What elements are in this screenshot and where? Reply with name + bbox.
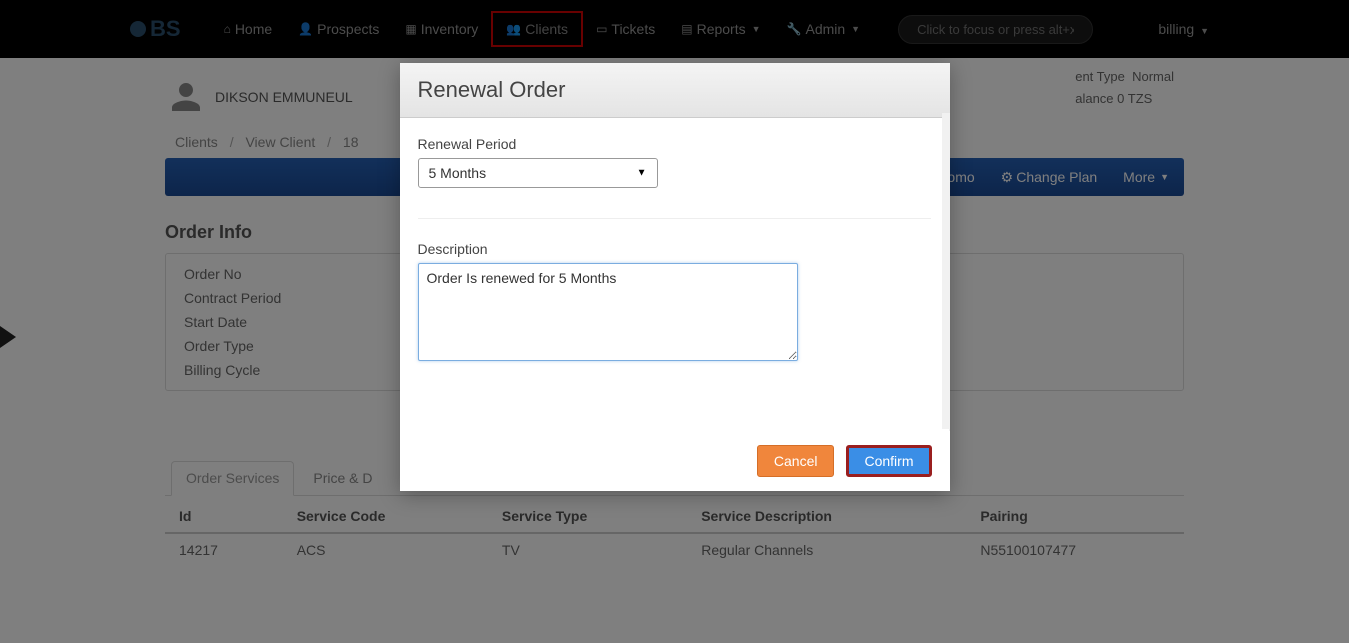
modal-overlay: Renewal Order Renewal Period 5 Months ▼ … (0, 0, 1349, 643)
divider (418, 218, 931, 219)
confirm-button[interactable]: Confirm (846, 445, 931, 477)
modal-scrollbar[interactable] (942, 113, 950, 429)
modal-footer: Cancel Confirm (400, 431, 950, 491)
description-textarea[interactable] (418, 263, 798, 361)
description-label: Description (418, 241, 931, 257)
renewal-order-modal: Renewal Order Renewal Period 5 Months ▼ … (400, 63, 950, 491)
modal-header: Renewal Order (400, 63, 950, 118)
modal-body: Renewal Period 5 Months ▼ Description (400, 118, 950, 431)
renewal-period-select-wrap: 5 Months ▼ (418, 158, 658, 188)
modal-title: Renewal Order (418, 77, 932, 103)
renewal-period-select[interactable]: 5 Months (419, 159, 657, 187)
cancel-button[interactable]: Cancel (757, 445, 835, 477)
renewal-period-label: Renewal Period (418, 136, 931, 152)
